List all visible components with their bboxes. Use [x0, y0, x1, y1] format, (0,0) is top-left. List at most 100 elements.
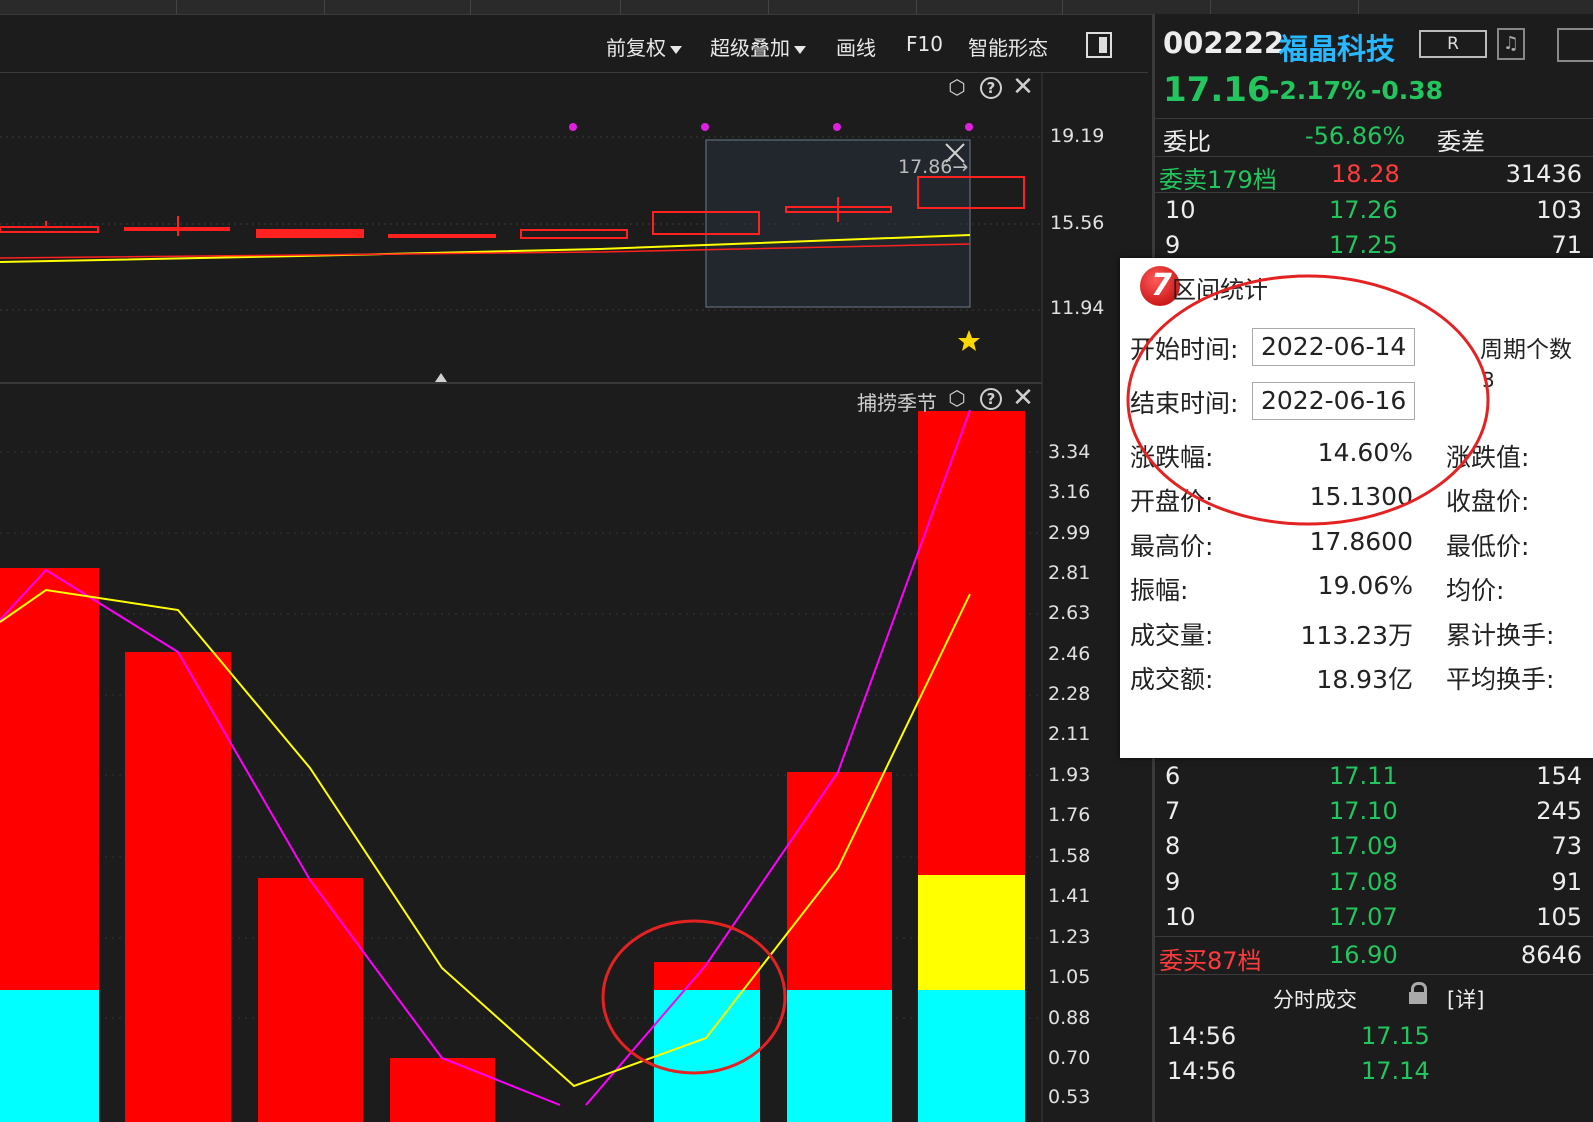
- sell-total-label: 委卖179档: [1159, 166, 1277, 194]
- order-level: 10: [1165, 903, 1196, 931]
- indicator-bar: [125, 652, 231, 1122]
- indicator-base: [0, 990, 99, 1122]
- order-level: 9: [1165, 868, 1181, 896]
- candle: [388, 234, 496, 238]
- tick-price: 17.15: [1361, 1022, 1430, 1050]
- top-tab[interactable]: [768, 0, 917, 14]
- selection-price-value: 17.86: [898, 156, 953, 178]
- lock-icon[interactable]: [1409, 982, 1427, 1004]
- indicator-name[interactable]: 捕捞季节: [857, 387, 937, 416]
- selection-price-marker: 17.86→: [898, 156, 968, 178]
- order-price: 17.08: [1329, 868, 1398, 896]
- settings-icon[interactable]: ⬡: [946, 76, 968, 98]
- indicator-y-label: 1.23: [1048, 926, 1091, 948]
- indicator-y-label: 1.76: [1048, 804, 1091, 826]
- price-label: 11.94: [1050, 297, 1105, 319]
- wei-bi-label: 委比: [1163, 128, 1211, 156]
- top-tab[interactable]: [916, 0, 1063, 14]
- settings-icon[interactable]: ⬡: [946, 387, 968, 409]
- top-tab[interactable]: [1062, 0, 1211, 14]
- indicator-y-label: 2.63: [1048, 602, 1091, 624]
- signal-dot: [701, 123, 709, 131]
- order-price: 17.09: [1329, 832, 1398, 860]
- scroll-marker-icon[interactable]: [435, 373, 447, 382]
- buy-total-price: 16.90: [1329, 941, 1398, 969]
- indicator-bars: [0, 411, 1025, 1122]
- top-tab[interactable]: [620, 0, 769, 14]
- change-percent: -2.17%: [1269, 76, 1367, 105]
- divider: [1155, 936, 1593, 937]
- chart-area[interactable]: [0, 72, 1148, 1122]
- candle: [256, 229, 364, 238]
- star-icon[interactable]: [958, 330, 980, 351]
- help-icon[interactable]: ?: [980, 388, 1002, 410]
- order-volume: 245: [1536, 797, 1582, 825]
- candle: [0, 226, 99, 233]
- indicator-y-label: 2.11: [1048, 723, 1091, 745]
- adjust-price-label: 前复权: [606, 36, 666, 60]
- indicator-bar: [918, 411, 1025, 875]
- indicator-y-label: 2.99: [1048, 522, 1091, 544]
- indicator-y-label: 3.16: [1048, 481, 1091, 503]
- indicator-y-label: 0.70: [1048, 1047, 1091, 1069]
- indicator-bar: [654, 962, 760, 990]
- adjust-price-dropdown[interactable]: 前复权: [606, 32, 682, 61]
- indicator-y-label: 0.88: [1048, 1007, 1091, 1029]
- r-badge[interactable]: R: [1419, 30, 1487, 58]
- sell-total-volume: 31436: [1505, 160, 1582, 188]
- panel-toggle-icon[interactable]: [1086, 32, 1112, 58]
- stock-code: 002222: [1163, 26, 1285, 60]
- indicator-y-label: 1.58: [1048, 845, 1091, 867]
- buy-total-volume: 8646: [1520, 941, 1582, 969]
- stock-name[interactable]: 福晶科技: [1279, 26, 1395, 68]
- indicator-y-label: 1.05: [1048, 966, 1091, 988]
- highlight-circle-overlay: [1126, 274, 1490, 526]
- order-volume: 71: [1551, 231, 1582, 259]
- indicator-bar: [787, 772, 892, 990]
- bell-icon[interactable]: ♫: [1497, 28, 1525, 60]
- top-tab[interactable]: [470, 0, 621, 14]
- price-label: 19.19: [1050, 125, 1105, 147]
- indicator-y-label: 1.93: [1048, 764, 1091, 786]
- tick-price: 17.14: [1361, 1057, 1430, 1085]
- indicator-y-label: 3.34: [1048, 441, 1091, 463]
- order-price: 17.10: [1329, 797, 1398, 825]
- indicator-base: [918, 990, 1025, 1122]
- divider: [1155, 118, 1593, 119]
- last-price: 17.16: [1163, 70, 1271, 110]
- draw-line-button[interactable]: 画线: [836, 32, 876, 61]
- top-tab[interactable]: [324, 0, 471, 14]
- close-icon[interactable]: ✕: [1012, 385, 1034, 411]
- signal-dot: [965, 123, 973, 131]
- f10-button[interactable]: F10: [906, 32, 943, 56]
- top-tab[interactable]: [1210, 0, 1359, 14]
- indicator-base: [654, 990, 760, 1122]
- price-row: 17.16 -2.17% -0.38: [1155, 70, 1593, 114]
- stock-header: 002222 福晶科技 R ♫: [1155, 26, 1593, 66]
- tick-time: 14:56: [1167, 1022, 1237, 1050]
- indicator-line-magenta: [585, 409, 971, 1106]
- order-price: 17.26: [1329, 196, 1398, 224]
- tick-time: 14:56: [1167, 1057, 1237, 1085]
- chart-toolbar: 前复权 超级叠加 画线 F10 智能形态: [0, 18, 1148, 73]
- top-tab[interactable]: [176, 0, 325, 14]
- indicator-bar: [390, 1058, 495, 1122]
- more-button[interactable]: [1557, 28, 1593, 62]
- divider: [1155, 974, 1593, 975]
- wei-cha-label: 委差: [1437, 128, 1485, 156]
- ticks-detail-link[interactable]: [详]: [1447, 984, 1484, 1014]
- close-icon[interactable]: ✕: [1012, 74, 1034, 100]
- buy-total-label: 委买87档: [1159, 947, 1262, 975]
- overlay-dropdown[interactable]: 超级叠加: [710, 32, 806, 61]
- smart-pattern-button[interactable]: 智能形态: [968, 32, 1048, 61]
- ticks-title: 分时成交: [1273, 988, 1357, 1012]
- order-volume: 91: [1551, 868, 1582, 896]
- top-tab[interactable]: [0, 0, 177, 14]
- divider: [1155, 192, 1593, 193]
- order-level: 9: [1165, 231, 1181, 259]
- order-volume: 105: [1536, 903, 1582, 931]
- chevron-down-icon: [670, 45, 682, 54]
- indicator-y-label: 2.46: [1048, 643, 1091, 665]
- indicator-y-label: 1.41: [1048, 885, 1091, 907]
- help-icon[interactable]: ?: [980, 77, 1002, 99]
